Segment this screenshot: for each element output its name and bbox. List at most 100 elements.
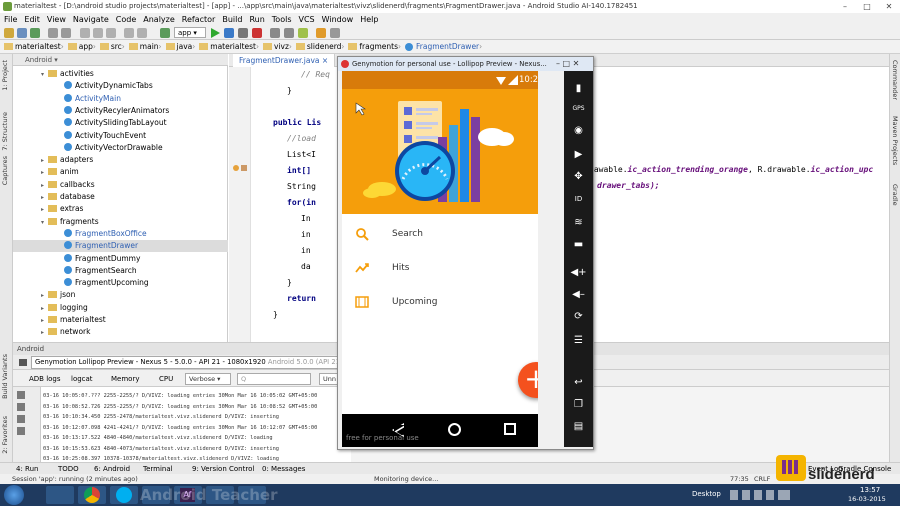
menu-item-analyze[interactable]: Analyze bbox=[143, 15, 175, 24]
camera-icon[interactable]: ◉ bbox=[570, 125, 587, 137]
project-tree-item[interactable]: ▸ anim bbox=[13, 166, 228, 178]
clock-date[interactable]: 16-03-2015 bbox=[848, 495, 886, 503]
menu-item-build[interactable]: Build bbox=[222, 15, 242, 24]
project-tree-item[interactable]: ▸ materialtest bbox=[13, 314, 228, 326]
start-button-icon[interactable] bbox=[4, 485, 24, 505]
tray-icons[interactable] bbox=[730, 490, 790, 500]
menu-item-help[interactable]: Help bbox=[360, 15, 378, 24]
project-tree-item[interactable]: ▸ extras bbox=[13, 203, 228, 215]
clear-log-icon[interactable] bbox=[17, 391, 25, 399]
tool-tab-maven[interactable]: Maven Projects bbox=[891, 116, 899, 165]
tool-tab-commander[interactable]: Commander bbox=[891, 60, 899, 100]
tool-tab-build-variants[interactable]: Build Variants bbox=[1, 354, 9, 399]
menu-item-file[interactable]: File bbox=[4, 15, 17, 24]
recents-icon[interactable] bbox=[504, 423, 516, 435]
fold-icon[interactable] bbox=[241, 165, 247, 171]
paste-icon[interactable] bbox=[106, 28, 116, 38]
project-tree-item[interactable]: ▾ activities bbox=[13, 68, 228, 80]
volume-up-icon[interactable]: ◀+ bbox=[570, 267, 587, 279]
menu-item-code[interactable]: Code bbox=[116, 15, 136, 24]
drawer-item-hits[interactable]: Hits bbox=[342, 251, 538, 285]
menu-item-window[interactable]: Window bbox=[322, 15, 354, 24]
run-icon[interactable] bbox=[211, 28, 220, 38]
network-icon[interactable]: ≋ bbox=[570, 217, 587, 229]
remote-control-icon[interactable]: ✥ bbox=[570, 171, 587, 183]
project-tree-item[interactable]: FragmentBoxOffice bbox=[13, 228, 228, 240]
menu-item-tools[interactable]: Tools bbox=[272, 15, 292, 24]
log-level-select[interactable]: Verbose ▾ bbox=[185, 373, 231, 385]
id-icon[interactable]: ID bbox=[570, 193, 587, 205]
down-icon[interactable] bbox=[17, 427, 25, 435]
filter-select[interactable]: Unn bbox=[319, 373, 339, 385]
up-icon[interactable] bbox=[17, 415, 25, 423]
redo-icon[interactable] bbox=[61, 28, 71, 38]
logcat-tab[interactable]: logcat bbox=[71, 375, 93, 383]
breadcrumb-item[interactable]: main › bbox=[128, 42, 162, 51]
genymotion-window-controls[interactable]: – □ ✕ bbox=[556, 57, 579, 71]
breadcrumb-item[interactable]: src › bbox=[99, 42, 125, 51]
logcat-output[interactable]: 03-16 10:05:0?.??? 2255-2255/? D/VIVZ: l… bbox=[41, 387, 351, 463]
cut-icon[interactable] bbox=[80, 28, 90, 38]
menu-item-navigate[interactable]: Navigate bbox=[73, 15, 109, 24]
breadcrumb-item[interactable]: vivz › bbox=[262, 42, 292, 51]
breadcrumb-item[interactable]: fragments › bbox=[348, 42, 401, 51]
menu-item-edit[interactable]: Edit bbox=[24, 15, 40, 24]
project-tree-item[interactable]: ActivityRecylerAnimators bbox=[13, 105, 228, 117]
back-key-icon[interactable]: ↩ bbox=[570, 377, 587, 389]
memory-tab[interactable]: Memory bbox=[111, 375, 139, 383]
device-menu-icon[interactable]: ☰ bbox=[570, 335, 587, 347]
sdk-manager-icon[interactable] bbox=[284, 28, 294, 38]
adb-logs-tab[interactable]: ADB logs bbox=[29, 375, 61, 383]
scroll-end-icon[interactable] bbox=[17, 403, 25, 411]
project-tree-item[interactable]: ▾ fragments bbox=[13, 216, 228, 228]
project-tree-item[interactable]: FragmentDummy bbox=[13, 253, 228, 265]
menu-item-view[interactable]: View bbox=[47, 15, 66, 24]
explorer-icon[interactable] bbox=[46, 486, 74, 504]
project-tree-item[interactable]: ActivitySlidingTabLayout bbox=[13, 117, 228, 129]
cpu-tab[interactable]: CPU bbox=[159, 375, 173, 383]
home-icon[interactable] bbox=[448, 423, 461, 436]
project-tree-item[interactable]: ▸ network bbox=[13, 326, 228, 338]
project-tree-item[interactable]: ActivityMain bbox=[13, 93, 228, 105]
breadcrumb-item[interactable]: materialtest › bbox=[4, 42, 64, 51]
android-monitor-icon[interactable] bbox=[298, 28, 308, 38]
chrome-icon[interactable] bbox=[78, 486, 106, 504]
avd-manager-icon[interactable] bbox=[270, 28, 280, 38]
menu-item-refactor[interactable]: Refactor bbox=[182, 15, 216, 24]
recent-apps-key-icon[interactable]: ❐ bbox=[570, 399, 587, 411]
tool-tab-favorites[interactable]: 2: Favorites bbox=[1, 416, 9, 454]
attach-debugger-icon[interactable] bbox=[238, 28, 248, 38]
desktop-toolbar[interactable]: Desktop bbox=[692, 490, 721, 498]
project-tree-item[interactable]: ActivityDynamicTabs bbox=[13, 80, 228, 92]
project-tree-item[interactable]: ▸ json bbox=[13, 289, 228, 301]
skype-icon[interactable] bbox=[110, 486, 138, 504]
debug-icon[interactable] bbox=[224, 28, 234, 38]
genymotion-icon[interactable] bbox=[316, 28, 326, 38]
breadcrumb-item[interactable]: slidenerd › bbox=[295, 42, 344, 51]
breadcrumb-item[interactable]: app › bbox=[67, 42, 96, 51]
video-icon[interactable]: ▶ bbox=[570, 149, 587, 161]
make-icon[interactable] bbox=[160, 28, 170, 38]
replace-icon[interactable] bbox=[137, 28, 147, 38]
editor-tab-fragmentdrawer[interactable]: FragmentDrawer.java × bbox=[233, 54, 336, 67]
project-view-label[interactable]: Android bbox=[25, 56, 52, 64]
sync-icon[interactable] bbox=[30, 28, 40, 38]
stop-icon[interactable] bbox=[252, 28, 262, 38]
rotate-icon[interactable]: ⟳ bbox=[570, 311, 587, 323]
maximize-button[interactable]: □ bbox=[856, 0, 878, 13]
breadcrumb-item[interactable]: java › bbox=[165, 42, 195, 51]
tool-tab-structure[interactable]: 7: Structure bbox=[1, 112, 9, 151]
project-tree-item[interactable]: ActivityVectorDrawable bbox=[13, 142, 228, 154]
menu-item-run[interactable]: Run bbox=[249, 15, 264, 24]
breadcrumb-item[interactable]: FragmentDrawer › bbox=[405, 42, 482, 51]
find-icon[interactable] bbox=[124, 28, 134, 38]
battery-icon[interactable]: ▮ bbox=[570, 83, 587, 95]
device-select[interactable]: Genymotion Lollipop Preview - Nexus 5 - … bbox=[31, 356, 347, 369]
project-tree-item[interactable]: ▸ adapters bbox=[13, 154, 228, 166]
copy-icon[interactable] bbox=[93, 28, 103, 38]
line-separator[interactable]: CRLF bbox=[754, 474, 770, 484]
menu-key-icon[interactable]: ▤ bbox=[570, 421, 587, 433]
volume-down-icon[interactable]: ◀– bbox=[570, 289, 587, 301]
drawer-item-search[interactable]: Search bbox=[342, 217, 538, 251]
sms-icon[interactable]: ▬ bbox=[570, 239, 587, 251]
